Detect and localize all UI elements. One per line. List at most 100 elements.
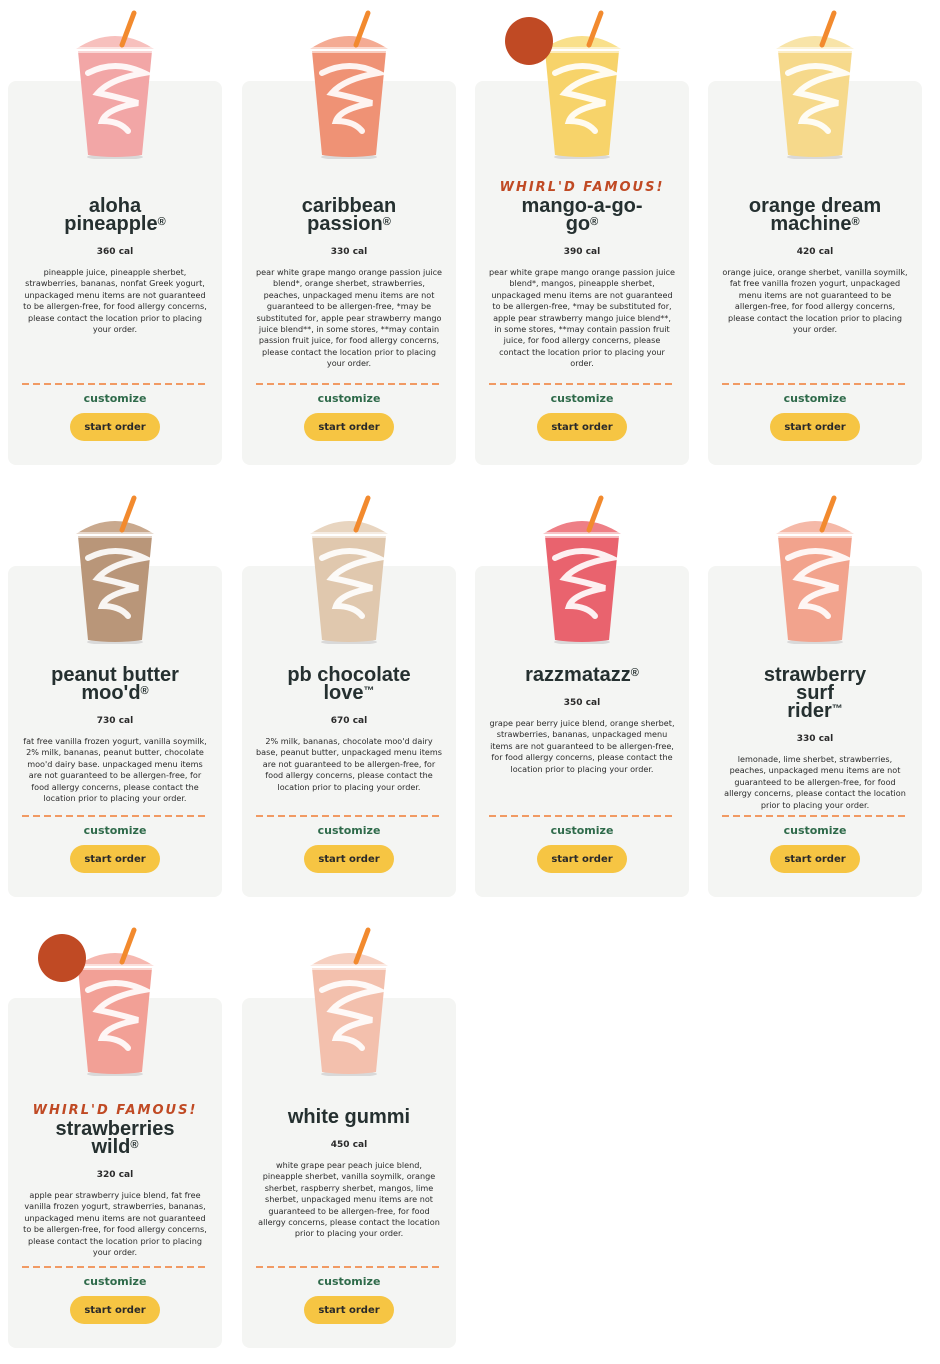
product-card[interactable]: peanut butter moo'd® 730 cal fat free vanil… [8,495,222,897]
customize-link[interactable]: customize [242,824,456,837]
dashed-divider [722,383,908,385]
ingredients-text: lemonade, lime sherbet, strawberries, pe… [724,754,906,810]
product-card[interactable]: white gummi 450 cal white grape pear peach… [242,927,456,1348]
customize-link[interactable]: customize [475,392,689,405]
product-name-line: white gummi [287,1106,411,1128]
product-card[interactable]: razzmatazz® 350 cal grape pear berry juice… [475,495,689,897]
dashed-divider [22,383,208,385]
start-order-button[interactable]: start order [304,1296,394,1324]
dashed-divider [489,383,675,385]
calorie-count: 330 cal [796,734,834,744]
product-name: strawberry surf rider™ [708,665,922,722]
start-order-button[interactable]: start order [537,413,627,441]
product-name: caribbean passion® [242,196,456,235]
product-name-line: razzmatazz [525,664,631,686]
ingredients-text: 2% milk, bananas, chocolate moo'd dairy … [256,736,442,792]
calorie-count: 320 cal [96,1170,134,1180]
ingredients-text: orange juice, orange sherbet, vanilla so… [722,267,908,335]
product-name-line: rider [787,700,832,722]
calorie-count: 390 cal [563,247,601,257]
start-order-button[interactable]: start order [70,845,160,873]
trademark-mark: ® [590,216,599,228]
customize-link[interactable]: customize [242,1275,456,1288]
calorie-count: 330 cal [330,247,368,257]
card-actions: customize start order [475,383,689,465]
product-card[interactable]: WHIRL'D FAMOUS! strawberries wild® 320 cal a… [8,927,222,1348]
product-name: white gummi [242,1106,456,1128]
start-order-button[interactable]: start order [304,413,394,441]
start-order-button[interactable]: start order [304,845,394,873]
product-grid: aloha pineapple® 360 cal pineapple juice, p… [0,0,940,1364]
trademark-mark: ® [140,685,149,697]
card-actions: customize start order [8,1266,222,1348]
whirld-famous-badge-icon [38,934,86,982]
trademark-mark: ™ [831,703,843,715]
smoothie-cup-image [304,494,394,645]
calorie-count: 350 cal [563,698,601,708]
trademark-mark: ® [630,667,639,679]
card-actions: customize start order [242,815,456,897]
start-order-button[interactable]: start order [770,413,860,441]
smoothie-cup-image [304,9,394,160]
dashed-divider [22,815,208,817]
ingredients-text: white grape pear peach juice blend, pine… [258,1160,440,1239]
card-actions: customize start order [708,383,922,465]
product-card[interactable]: WHIRL'D FAMOUS! mango-a-go-go® 390 cal pear… [475,10,689,465]
product-name: razzmatazz® [475,664,689,686]
product-name: mango-a-go-go® [475,196,689,235]
product-name-line: passion [307,213,383,235]
card-actions: customize start order [8,383,222,465]
dashed-divider [722,815,908,817]
trademark-mark: ™ [363,685,375,697]
smoothie-cup-image [304,926,394,1077]
calorie-count: 420 cal [796,247,834,257]
calorie-count: 360 cal [96,247,134,257]
ingredients-text: pineapple juice, pineapple sherbet, stra… [23,267,207,335]
smoothie-cup-image [537,494,627,645]
customize-link[interactable]: customize [8,824,222,837]
product-card[interactable]: strawberry surf rider™ 330 cal lemonade, lim… [708,495,922,897]
smoothie-cup-image [770,9,860,160]
product-card[interactable]: pb chocolate love™ 670 cal 2% milk, bananas… [242,495,456,897]
start-order-button[interactable]: start order [537,845,627,873]
product-name-line: wild [91,1136,131,1158]
calorie-count: 670 cal [330,716,368,726]
ingredients-text: fat free vanilla frozen yogurt, vanilla … [23,736,207,804]
card-actions: customize start order [242,383,456,465]
trademark-mark: ® [130,1139,139,1151]
product-name-line: moo'd [81,682,141,704]
whirld-famous-badge-icon [505,17,553,65]
ingredients-text: apple pear strawberry juice blend, fat f… [23,1190,207,1258]
dashed-divider [256,1266,442,1268]
customize-link[interactable]: customize [475,824,689,837]
card-actions: customize start order [475,815,689,897]
ingredients-text: pear white grape mango orange passion ju… [256,267,443,369]
calorie-count: 450 cal [330,1140,368,1150]
dashed-divider [22,1266,208,1268]
smoothie-cup-image [70,9,160,160]
product-card[interactable]: aloha pineapple® 360 cal pineapple juice, p… [8,10,222,465]
trademark-mark: ® [382,216,391,228]
product-card[interactable]: caribbean passion® 330 cal pear white grape… [242,10,456,465]
product-name: aloha pineapple® [8,196,222,234]
start-order-button[interactable]: start order [770,845,860,873]
calorie-count: 730 cal [96,716,134,726]
product-name-line: machine [770,213,852,235]
product-name-line: go [565,213,591,235]
customize-link[interactable]: customize [8,1275,222,1288]
customize-link[interactable]: customize [8,392,222,405]
product-name: peanut butter moo'd® [8,665,222,704]
product-name: strawberries wild® [8,1119,222,1158]
start-order-button[interactable]: start order [70,413,160,441]
start-order-button[interactable]: start order [70,1296,160,1324]
dashed-divider [256,815,442,817]
dashed-divider [489,815,675,817]
product-card[interactable]: orange dream machine® 420 cal orange juice,… [708,10,922,465]
product-name: pb chocolate love™ [242,665,456,703]
customize-link[interactable]: customize [708,392,922,405]
card-actions: customize start order [242,1266,456,1348]
trademark-mark: ® [851,216,860,228]
customize-link[interactable]: customize [708,824,922,837]
customize-link[interactable]: customize [242,392,456,405]
ingredients-text: pear white grape mango orange passion ju… [489,267,676,369]
